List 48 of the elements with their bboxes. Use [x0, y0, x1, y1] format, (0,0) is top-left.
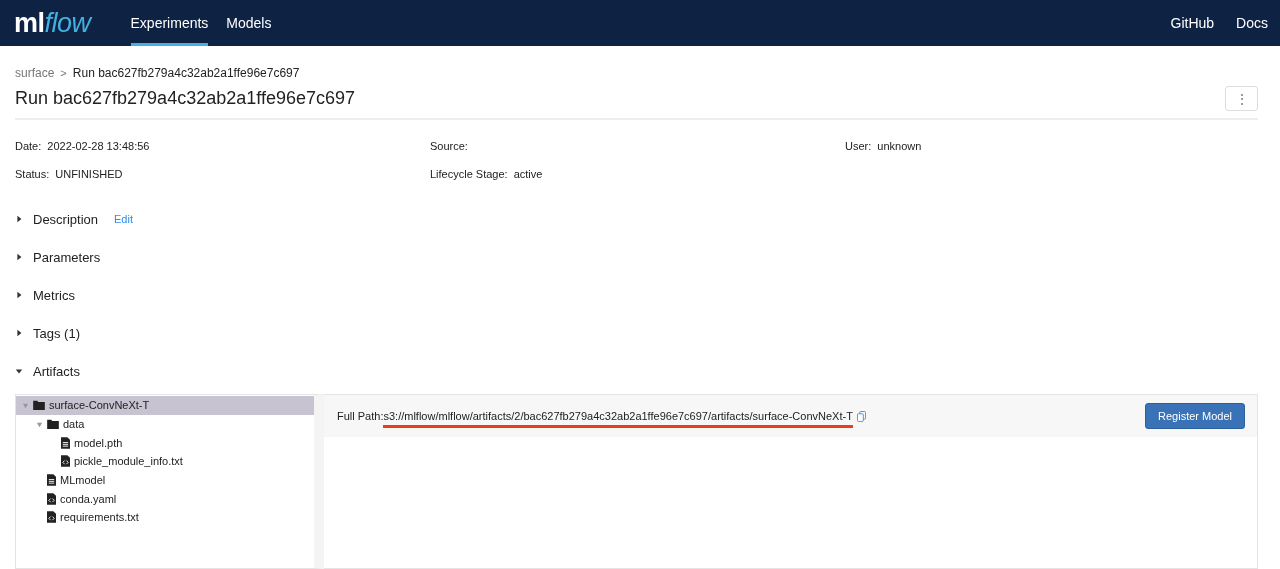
meta-value: unknown — [877, 140, 922, 152]
copy-icon[interactable] — [856, 410, 866, 422]
meta-value: UNFINISHED — [55, 168, 123, 180]
document-icon — [61, 436, 70, 449]
caret-icon[interactable] — [15, 215, 23, 223]
meta-label: Date: — [15, 140, 42, 152]
code-file-icon — [47, 492, 56, 505]
section-title[interactable]: Tags (1) — [33, 325, 80, 341]
path-label: Full Path: — [337, 410, 384, 422]
register-model-button[interactable]: Register Model — [1145, 403, 1245, 429]
section-title[interactable]: Metrics — [33, 287, 75, 303]
tree-item[interactable]: data — [16, 414, 314, 434]
edit-link[interactable]: Edit — [114, 213, 133, 225]
folder-icon — [47, 419, 59, 430]
tree-item[interactable]: model.pth — [16, 433, 314, 453]
more-menu-button[interactable]: ⋮ — [1225, 86, 1258, 111]
meta-value: active — [513, 168, 543, 180]
page-title: Run bac627fb279a4c32ab2a1ffe96e7c697 — [15, 88, 355, 109]
code-file-icon — [47, 511, 56, 524]
meta-label: Status: — [15, 168, 50, 180]
caret-icon[interactable] — [15, 291, 23, 299]
section-title[interactable]: Description — [33, 211, 99, 227]
logo[interactable]: mlflow — [14, 0, 91, 46]
meta-label: Lifecycle Stage: — [430, 168, 508, 180]
breadcrumb-current: Run bac627fb279a4c32ab2a1ffe96e7c697 — [72, 66, 300, 80]
meta-label: Source: — [430, 140, 468, 152]
section-title[interactable]: Parameters — [33, 249, 101, 265]
folder-icon — [33, 400, 45, 411]
artifact-path: s3://mlflow/mlflow/artifacts/2/bac627fb279a4c32ab2a1ffe96e7c697/artifacts/surface-ConvNeXt-T — [383, 410, 853, 428]
tree-item[interactable]: requirements.txt — [16, 508, 314, 527]
caret-icon[interactable] — [15, 329, 23, 337]
nav-tab[interactable]: Models — [226, 0, 272, 46]
caret-icon[interactable] — [15, 253, 23, 261]
tree-item[interactable]: pickle_module_info.txt — [16, 452, 314, 471]
tree-item[interactable]: MLmodel — [16, 470, 314, 490]
section-title[interactable]: Artifacts — [33, 363, 80, 379]
caret-icon[interactable] — [15, 367, 23, 375]
meta-value: 2022-02-28 13:48:56 — [47, 140, 150, 152]
document-icon — [47, 474, 56, 487]
tree-item[interactable]: conda.yaml — [16, 489, 314, 509]
nav-link[interactable]: Docs — [1236, 0, 1268, 46]
nav-link[interactable]: GitHub — [1170, 0, 1215, 46]
breadcrumb-separator: > — [60, 67, 67, 79]
nav-tab[interactable]: Experiments — [130, 0, 209, 46]
tree-item[interactable]: surface-ConvNeXt-T — [16, 396, 314, 415]
breadcrumb-link[interactable]: surface — [15, 66, 55, 80]
meta-label: User: — [845, 140, 872, 152]
code-file-icon — [61, 455, 70, 468]
